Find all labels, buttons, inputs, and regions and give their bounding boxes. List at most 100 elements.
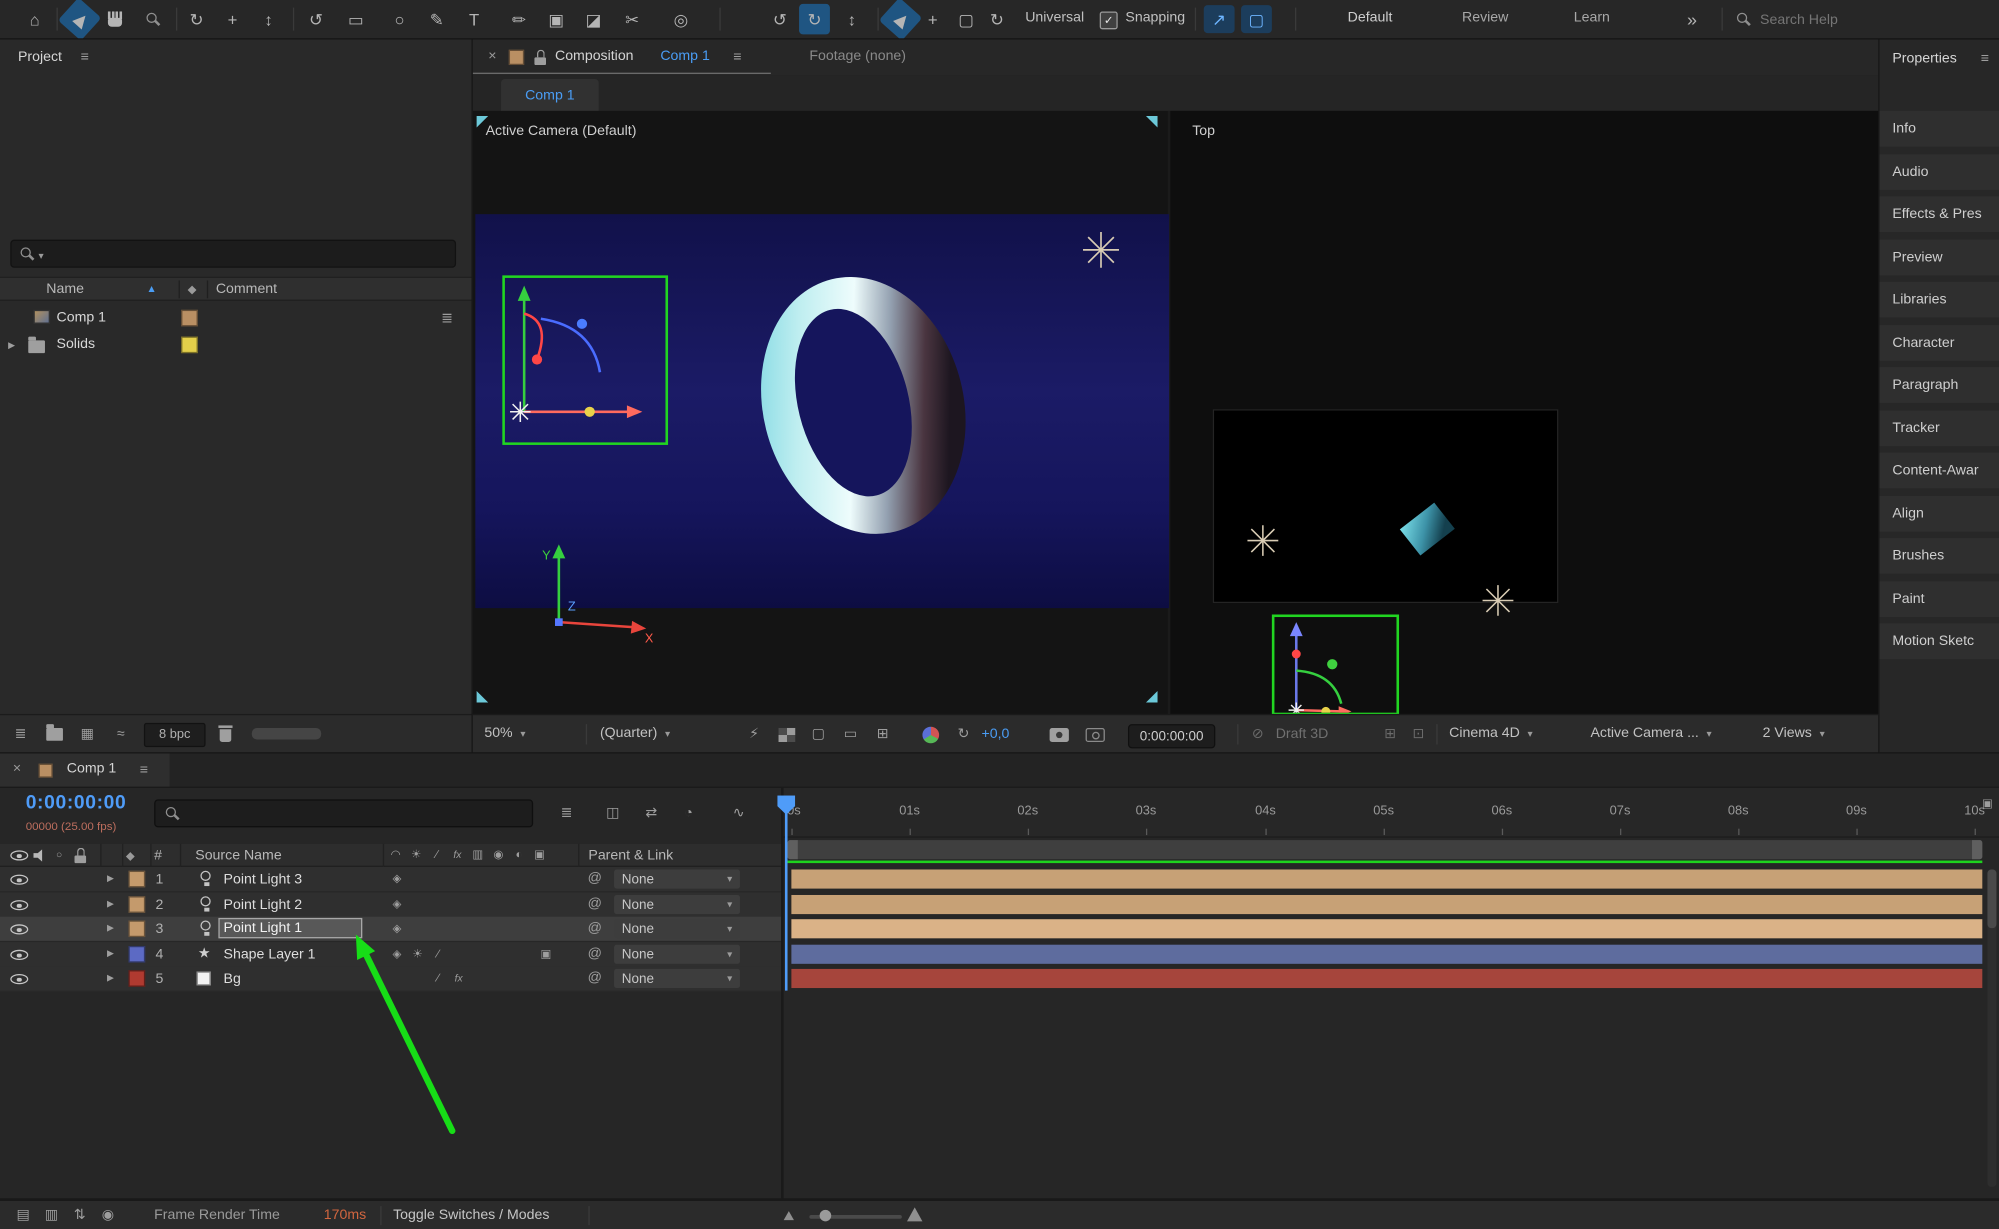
current-timecode[interactable]: 0:00:00:00 [26, 792, 127, 814]
expand-chevron-icon[interactable]: ▶ [5, 338, 18, 353]
properties-panel-title[interactable]: Properties [1892, 51, 1956, 66]
axis-mode-label[interactable]: Universal [1025, 10, 1084, 25]
playhead-line[interactable] [785, 804, 788, 990]
home-icon[interactable]: ⌂ [19, 0, 50, 38]
panel-tab-character[interactable]: Character [1880, 325, 1999, 361]
mask-visibility-icon[interactable]: ▢ [808, 724, 829, 744]
layer-color-swatch[interactable] [128, 970, 145, 987]
parent-link-column-header[interactable]: Parent & Link [588, 848, 673, 863]
snapshot-icon[interactable] [1050, 728, 1069, 742]
label-color-swatch[interactable] [181, 337, 198, 354]
render-indicator-icon[interactable]: ◉ [98, 1206, 119, 1225]
work-area-start-handle[interactable] [788, 840, 798, 859]
name-column-header[interactable]: Name [46, 282, 84, 297]
exposure-value[interactable]: +0,0 [982, 727, 1010, 742]
panel-tab-paragraph[interactable]: Paragraph [1880, 367, 1999, 403]
show-channel-icon[interactable] [922, 727, 939, 744]
quality-switch-icon[interactable]: ∕ [429, 946, 447, 963]
layer-name-selected[interactable]: Point Light 1 [218, 918, 362, 938]
timeline-scrollbar-thumb[interactable] [1987, 869, 1996, 928]
eraser-tool-icon[interactable]: ◪ [578, 0, 609, 38]
snapping-label[interactable]: Snapping [1125, 10, 1185, 25]
expand-chevron-icon[interactable]: ▶ [103, 946, 118, 963]
layer-name[interactable]: Point Light 3 [224, 872, 303, 887]
layer-bar-5[interactable] [791, 969, 1982, 988]
roto-brush-tool-icon[interactable]: ✂ [617, 0, 648, 38]
fast-previews-icon[interactable]: ⚡ [744, 724, 765, 744]
layer-color-swatch[interactable] [128, 920, 145, 937]
project-panel-title[interactable]: Project [18, 50, 62, 65]
expand-chevron-icon[interactable]: ▶ [103, 970, 118, 987]
puppet-pin-tool-icon[interactable]: ◎ [665, 0, 696, 38]
project-item-comp[interactable]: Comp 1 ≣ [0, 305, 471, 332]
comp-canvas-top-view[interactable] [1213, 409, 1559, 603]
panel-tab-effects[interactable]: Effects & Pres [1880, 196, 1999, 232]
timeline-search-box[interactable] [154, 799, 533, 827]
light-selection-box[interactable] [502, 275, 668, 445]
dolly-camera-icon[interactable]: ↕ [836, 0, 867, 38]
layer-row-3-selected[interactable]: ▶ 3 Point Light 1 ◈ @ None▾ [0, 917, 781, 942]
orbit-around-cursor-icon[interactable]: ↺ [764, 0, 795, 38]
project-flowchart-icon[interactable]: ≣ [10, 724, 31, 744]
layer-name[interactable]: Point Light 2 [224, 898, 303, 913]
panel-scrollbar[interactable] [252, 728, 321, 739]
label-color-swatch[interactable] [181, 310, 198, 327]
collapse-switch-icon[interactable]: ☀ [409, 946, 427, 963]
toggle-inout-pane-icon[interactable]: ⇅ [69, 1206, 90, 1225]
footage-tab[interactable]: Footage (none) [809, 48, 906, 63]
project-search-input[interactable] [53, 242, 444, 265]
project-item-name[interactable]: Solids [57, 337, 96, 352]
light-selection-box-top[interactable] [1272, 615, 1399, 716]
sort-ascending-icon[interactable]: ▲ [146, 283, 156, 294]
hand-tool-icon[interactable] [108, 11, 122, 26]
region-of-interest-icon[interactable]: ▭ [840, 724, 861, 744]
panel-tab-content-aware[interactable]: Content-Awar [1880, 453, 1999, 489]
panel-tab-preview[interactable]: Preview [1880, 240, 1999, 276]
parent-pickwhip-icon[interactable]: @ [586, 920, 604, 937]
workspace-default[interactable]: Default [1348, 10, 1393, 25]
rotate-tool-icon[interactable]: ↺ [301, 0, 332, 38]
shape-tool-icon[interactable]: ○ [384, 0, 415, 38]
parent-pickwhip-icon[interactable]: @ [586, 896, 604, 913]
camera-view-dropdown[interactable]: Active Camera ...▾ [1590, 725, 1711, 740]
composition-tab-label[interactable]: Composition [555, 48, 634, 63]
toggle-transfer-pane-icon[interactable]: ▥ [41, 1206, 62, 1225]
layer-name[interactable]: Bg [224, 971, 241, 986]
parent-pickwhip-icon[interactable]: @ [586, 970, 604, 987]
snapping-checkbox[interactable]: ✓ [1100, 11, 1118, 29]
interpret-footage-icon[interactable]: ≈ [110, 724, 131, 744]
reset-exposure-icon[interactable]: ↻ [953, 724, 974, 744]
workspace-learn[interactable]: Learn [1574, 10, 1610, 25]
panel-tab-brushes[interactable]: Brushes [1880, 538, 1999, 574]
layer-visibility-toggle[interactable] [10, 924, 28, 934]
time-ruler[interactable]: 0s 01s 02s 03s 04s 05s 06s 07s 08s 09s 1… [784, 788, 1999, 838]
marquee-tool-icon[interactable]: ▭ [340, 0, 371, 38]
layer-color-swatch[interactable] [128, 946, 145, 963]
extended-viewer-icon[interactable]: ⊡ [1408, 724, 1429, 744]
graph-editor-icon[interactable]: ∿ [728, 804, 749, 822]
parent-dropdown[interactable]: None▾ [614, 969, 740, 988]
panel-menu-icon[interactable]: ≡ [134, 761, 155, 779]
clone-stamp-tool-icon[interactable]: ▣ [541, 0, 572, 38]
delete-icon[interactable] [218, 725, 232, 742]
timeline-search-input[interactable] [186, 802, 525, 825]
composition-mini-flowchart-icon[interactable]: ≣ [556, 804, 577, 822]
layer-color-swatch[interactable] [128, 871, 145, 888]
panel-tab-align[interactable]: Align [1880, 496, 1999, 532]
panel-tab-paint[interactable]: Paint [1880, 581, 1999, 617]
parent-dropdown[interactable]: None▾ [614, 895, 740, 914]
layer-visibility-toggle[interactable] [10, 875, 28, 885]
panel-tab-libraries[interactable]: Libraries [1880, 282, 1999, 318]
layer-row-5[interactable]: ▶ 5 Bg ∕ fx @ None▾ [0, 966, 781, 991]
layer-switch-icon[interactable]: ◈ [388, 946, 406, 963]
effects-switch-icon[interactable]: fx [450, 970, 468, 987]
layer-row-2[interactable]: ▶ 2 Point Light 2 ◈ @ None▾ [0, 892, 781, 917]
project-search-box[interactable]: ▾ [10, 240, 456, 268]
panel-tab-info[interactable]: Info [1880, 111, 1999, 147]
zoom-out-mountain-icon[interactable] [784, 1211, 794, 1220]
region-of-interest-icon[interactable]: ▢ [1241, 5, 1272, 33]
ground-plane-icon[interactable]: ⊞ [1380, 724, 1401, 744]
layer-bar-2[interactable] [791, 895, 1982, 914]
preview-timecode[interactable]: 0:00:00:00 [1128, 724, 1215, 748]
comment-column-header[interactable]: Comment [216, 282, 277, 297]
